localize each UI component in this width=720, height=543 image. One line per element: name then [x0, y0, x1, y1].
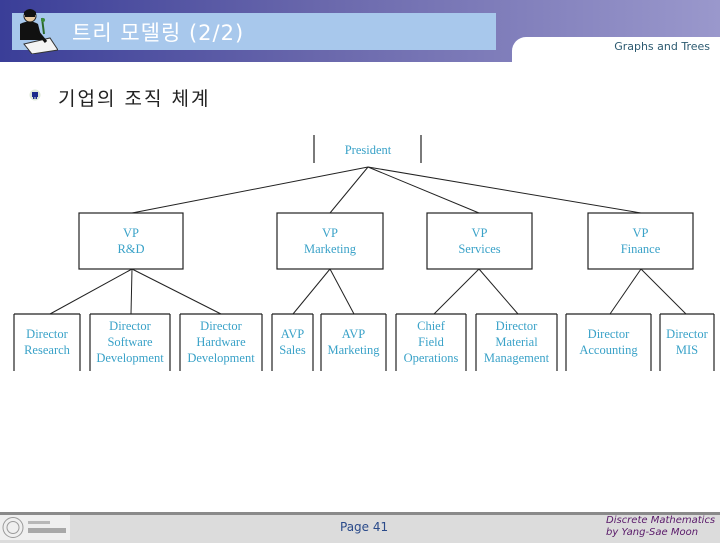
- director-node-label: MIS: [676, 343, 698, 357]
- credit-text: Discrete Mathematics by Yang-Sae Moon: [606, 515, 715, 539]
- edge-vp-to-director: [130, 268, 133, 315]
- director-node-label: Marketing: [327, 343, 380, 357]
- vp-node-label: Services: [458, 242, 500, 256]
- edge-president-to-vp: [131, 166, 369, 214]
- credit-line-course: Discrete Mathematics: [606, 515, 716, 526]
- director-node-label: Development: [187, 351, 255, 365]
- edge-vp-to-director: [49, 268, 133, 315]
- director-node-label: Accounting: [579, 343, 638, 357]
- vp-node-label: VP: [633, 226, 649, 240]
- director-node-label: Hardware: [196, 335, 246, 349]
- vp-node-label: VP: [322, 226, 338, 240]
- vp-node-label: Finance: [621, 242, 661, 256]
- director-node-label: Research: [24, 343, 71, 357]
- vp-node-box: [78, 212, 184, 270]
- director-node-label: Operations: [404, 351, 459, 365]
- vp-node-label: Marketing: [304, 242, 357, 256]
- edge-vp-to-director: [478, 268, 519, 315]
- director-node-label: Director: [26, 327, 68, 341]
- page-number: Page 41: [340, 520, 389, 534]
- vp-node-label: VP: [123, 226, 139, 240]
- credit-line-author: by Yang-Sae Moon: [606, 527, 699, 538]
- director-node-label: Director: [200, 319, 242, 333]
- director-node-label: Director: [109, 319, 151, 333]
- vp-node-label: R&D: [117, 242, 144, 256]
- root-node-label: President: [345, 143, 392, 157]
- edge-vp-to-director: [329, 268, 355, 315]
- edge-president-to-vp: [329, 166, 369, 214]
- edge-vp-to-director: [292, 268, 331, 315]
- director-node-label: Chief: [417, 319, 446, 333]
- director-node-label: Development: [96, 351, 164, 365]
- org-chart: President VP R&D VP Marketing VP Services VP Fin…: [13, 135, 715, 371]
- vp-node-box: [587, 212, 694, 270]
- edge-president-to-vp: [367, 166, 642, 214]
- edge-vp-to-director: [609, 268, 642, 315]
- vp-node-box: [426, 212, 533, 270]
- edge-vp-to-director: [640, 268, 687, 315]
- edge-president-to-vp: [367, 166, 480, 214]
- vp-node-label: VP: [472, 226, 488, 240]
- director-node-label: Software: [107, 335, 153, 349]
- director-node-label: AVP: [281, 327, 304, 341]
- vp-node-box: [276, 212, 384, 270]
- director-node-label: Director: [666, 327, 708, 341]
- director-node-label: Director: [496, 319, 538, 333]
- director-node-label: Director: [588, 327, 630, 341]
- university-logo: [0, 515, 70, 540]
- director-node-label: AVP: [342, 327, 365, 341]
- director-node-label: Field: [418, 335, 444, 349]
- director-node-label: Sales: [279, 343, 306, 357]
- edge-vp-to-director: [433, 268, 480, 315]
- director-node-label: Management: [484, 351, 550, 365]
- edge-vp-to-director: [131, 268, 222, 315]
- director-node-label: Material: [495, 335, 538, 349]
